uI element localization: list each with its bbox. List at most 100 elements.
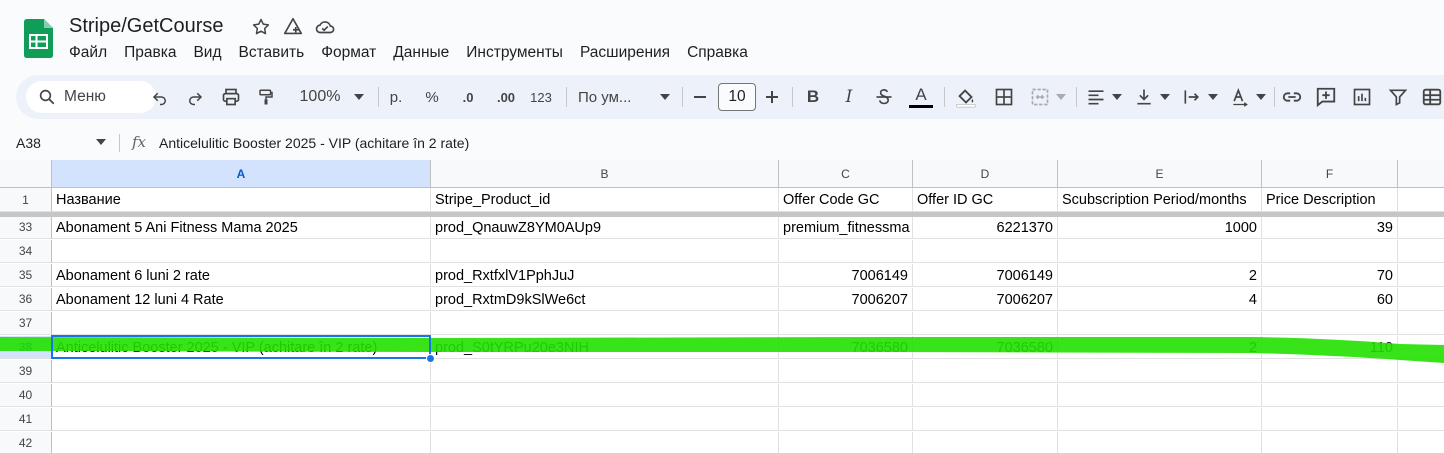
- cell-b34[interactable]: [431, 240, 779, 263]
- filter-icon[interactable]: [1386, 75, 1410, 119]
- cell-e41[interactable]: [1058, 408, 1262, 431]
- row-header-33[interactable]: 33: [0, 216, 52, 239]
- row-header-34[interactable]: 34: [0, 240, 52, 263]
- cell-e34[interactable]: [1058, 240, 1262, 263]
- increase-decimal-button[interactable]: .00: [492, 75, 520, 119]
- text-wrapping-icon[interactable]: [1180, 75, 1220, 119]
- menu-format[interactable]: Формат: [321, 44, 376, 62]
- row-header-35[interactable]: 35: [0, 264, 52, 287]
- cell-e35[interactable]: 2: [1058, 264, 1262, 287]
- cell-f33[interactable]: 39: [1262, 216, 1398, 239]
- cell-a34[interactable]: [52, 240, 431, 263]
- filter-views-icon[interactable]: [1420, 75, 1444, 119]
- row-header-37[interactable]: 37: [0, 312, 52, 335]
- vertical-align-icon[interactable]: [1132, 75, 1172, 119]
- insert-link-icon[interactable]: [1280, 75, 1304, 119]
- name-box[interactable]: A38: [16, 135, 41, 151]
- cell-a39[interactable]: [52, 360, 431, 383]
- cell-e39[interactable]: [1058, 360, 1262, 383]
- borders-icon[interactable]: [992, 75, 1016, 119]
- strikethrough-icon[interactable]: [872, 75, 896, 119]
- cell[interactable]: [1398, 408, 1444, 431]
- document-title[interactable]: Stripe/GetCourse: [69, 15, 224, 38]
- cell-c36[interactable]: 7006207: [779, 288, 913, 311]
- cell-a41[interactable]: [52, 408, 431, 431]
- cell-a38[interactable]: Anticelulitic Booster 2025 - VIP (achita…: [52, 336, 431, 359]
- bold-icon[interactable]: B: [802, 75, 824, 119]
- cell-f34[interactable]: [1262, 240, 1398, 263]
- column-header-a[interactable]: A: [52, 160, 431, 188]
- row-header-40[interactable]: 40: [0, 384, 52, 407]
- menu-view[interactable]: Вид: [193, 44, 221, 62]
- column-header-d[interactable]: D: [913, 160, 1058, 188]
- cell-e33[interactable]: 1000: [1058, 216, 1262, 239]
- zoom-select[interactable]: 100%: [292, 75, 372, 119]
- cell-c41[interactable]: [779, 408, 913, 431]
- cell-b37[interactable]: [431, 312, 779, 335]
- print-icon[interactable]: [219, 75, 243, 119]
- cell-d41[interactable]: [913, 408, 1058, 431]
- cell-d39[interactable]: [913, 360, 1058, 383]
- percent-format-button[interactable]: %: [422, 75, 442, 119]
- column-header[interactable]: [1398, 160, 1444, 188]
- cloud-saved-icon[interactable]: [314, 16, 336, 38]
- cell[interactable]: [1398, 240, 1444, 263]
- cell-a37[interactable]: [52, 312, 431, 335]
- fill-handle[interactable]: [426, 354, 435, 363]
- column-header-b[interactable]: B: [431, 160, 779, 188]
- cell[interactable]: [1398, 188, 1444, 212]
- menu-extensions[interactable]: Расширения: [580, 44, 670, 62]
- chevron-down-icon[interactable]: [96, 139, 106, 145]
- cell-b36[interactable]: prod_RxtmD9kSlWe6ct: [431, 288, 779, 311]
- menu-insert[interactable]: Вставить: [239, 44, 305, 62]
- cell-b41[interactable]: [431, 408, 779, 431]
- sheets-logo-icon[interactable]: [24, 19, 53, 58]
- column-header-e[interactable]: E: [1058, 160, 1262, 188]
- cell-d37[interactable]: [913, 312, 1058, 335]
- star-icon[interactable]: [250, 16, 272, 38]
- cell-e37[interactable]: [1058, 312, 1262, 335]
- number-format-button[interactable]: 123: [528, 75, 554, 119]
- insert-chart-icon[interactable]: [1350, 75, 1374, 119]
- cell-e42[interactable]: [1058, 432, 1262, 453]
- cell-f37[interactable]: [1262, 312, 1398, 335]
- cell-c40[interactable]: [779, 384, 913, 407]
- cell[interactable]: [1398, 384, 1444, 407]
- cell-a42[interactable]: [52, 432, 431, 453]
- font-family-select[interactable]: По ум...: [578, 75, 670, 119]
- cell[interactable]: [1398, 336, 1444, 359]
- cell-b42[interactable]: [431, 432, 779, 453]
- cell-d40[interactable]: [913, 384, 1058, 407]
- cell-c37[interactable]: [779, 312, 913, 335]
- undo-icon[interactable]: [149, 75, 171, 119]
- cell-c34[interactable]: [779, 240, 913, 263]
- fill-color-icon[interactable]: [954, 75, 978, 119]
- cell-f38[interactable]: 110: [1262, 336, 1398, 359]
- text-color-icon[interactable]: A: [908, 75, 934, 119]
- cell-a33[interactable]: Abonament 5 Ani Fitness Mama 2025: [52, 216, 431, 239]
- menu-data[interactable]: Данные: [393, 44, 449, 62]
- currency-format-button[interactable]: р.: [386, 75, 406, 119]
- row-header-1[interactable]: 1: [0, 188, 52, 212]
- row-header-36[interactable]: 36: [0, 288, 52, 311]
- menu-file[interactable]: Файл: [69, 44, 107, 62]
- cell-d36[interactable]: 7006207: [913, 288, 1058, 311]
- cell[interactable]: [1398, 264, 1444, 287]
- cell-f35[interactable]: 70: [1262, 264, 1398, 287]
- font-size-decrease-icon[interactable]: [692, 75, 708, 119]
- cell-a35[interactable]: Abonament 6 luni 2 rate: [52, 264, 431, 287]
- cell-d34[interactable]: [913, 240, 1058, 263]
- search-menus-button[interactable]: Меню: [26, 81, 156, 113]
- cell-e36[interactable]: 4: [1058, 288, 1262, 311]
- cell-c33[interactable]: premium_fitnessma: [779, 216, 913, 239]
- cell-e1[interactable]: Scubscription Period/months: [1058, 188, 1262, 212]
- menu-edit[interactable]: Правка: [124, 44, 176, 62]
- cell-f41[interactable]: [1262, 408, 1398, 431]
- row-header-41[interactable]: 41: [0, 408, 52, 431]
- cell-d33[interactable]: 6221370: [913, 216, 1058, 239]
- cell-f40[interactable]: [1262, 384, 1398, 407]
- cell-e40[interactable]: [1058, 384, 1262, 407]
- insert-comment-icon[interactable]: [1314, 75, 1338, 119]
- cell[interactable]: [1398, 216, 1444, 239]
- cell-a40[interactable]: [52, 384, 431, 407]
